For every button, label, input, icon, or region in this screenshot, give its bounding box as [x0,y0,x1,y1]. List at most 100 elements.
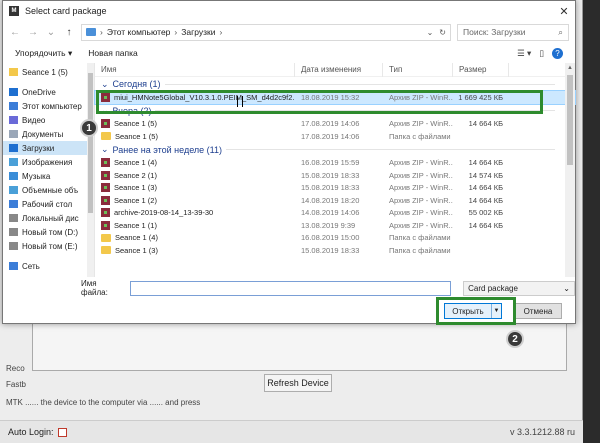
forward-icon[interactable]: → [27,27,39,38]
file-type: Папка с файлами [389,131,451,141]
up-icon[interactable]: ↑ [63,27,75,38]
address-dropdown-icon[interactable]: ⌄ [427,28,434,37]
bg-label-reco: Reco [6,364,25,373]
refresh-device-button[interactable]: Refresh Device [264,374,332,392]
help-icon[interactable]: ? [552,47,563,59]
nav-scrollbar[interactable] [87,63,94,277]
group-header[interactable]: ⌄ Сегодня (1) [95,77,575,91]
group-header[interactable]: ⌄ Ранее на этой неделе (11) [95,143,575,157]
list-scrollbar[interactable]: ▲ [565,63,575,277]
column-type[interactable]: Тип [383,62,453,77]
view-options-icon[interactable]: ☰ ▾ [517,48,531,59]
highlight-selected-file [96,90,543,114]
cancel-button[interactable]: Отмена [514,303,562,319]
navigation-pane: Seance 1 (5) OneDrive Этот компьютер Видео Д… [3,63,95,277]
file-date: 16.08.2019 15:00 [301,233,360,243]
bg-device-box [32,323,567,371]
file-type: Архив ZIP - WinR... [389,208,453,218]
mtk-instructions: MTK ...... the device to the computer vi… [6,398,201,407]
3d-objects-icon [9,186,18,194]
sidebar-item[interactable]: Seance 1 (5) [3,65,94,79]
sidebar-item[interactable]: Загрузки [3,141,94,155]
file-row[interactable]: Seance 1 (3) 15.08.2019 18:33 Папка с файл… [95,244,575,257]
sidebar-item-label: Документы [22,129,64,139]
sidebar-item[interactable]: OneDrive [3,85,94,99]
column-size[interactable]: Размер [453,62,509,77]
column-name[interactable]: Имя [95,62,295,77]
preview-pane-icon[interactable]: ▯ [539,48,544,59]
file-name: Seance 1 (4) [115,233,158,243]
file-row[interactable]: Seance 1 (4) 16.08.2019 15:00 Папка с файл… [95,232,575,245]
sidebar-item-label: OneDrive [22,87,56,97]
file-row[interactable]: Seance 1 (5) 17.08.2019 14:06 Архив ZIP - … [95,118,575,131]
new-folder-button[interactable]: Новая папка [88,48,138,58]
collapse-chevron-icon[interactable]: ⌄ [101,79,109,90]
address-bar[interactable]: › Этот компьютер › Загрузки › ⌄ ↻ [81,23,451,41]
file-name: Seance 1 (3) [114,183,157,193]
breadcrumb-computer[interactable]: Этот компьютер [107,27,171,37]
file-row[interactable]: Seance 1 (1) 13.08.2019 9:39 Архив ZIP - W… [95,219,575,232]
file-row[interactable]: Seance 1 (2) 14.08.2019 18:20 Архив ZIP - … [95,194,575,207]
sidebar-item[interactable]: Локальный дис [3,211,94,225]
refresh-icon[interactable]: ↻ [439,28,446,37]
sidebar-item[interactable]: Новый том (E:) [3,239,94,253]
sidebar-item[interactable]: Сеть [3,259,94,273]
file-name: Seance 1 (3) [115,245,158,255]
version-label: v 3.3.1212.88 ru [509,427,575,437]
sidebar-item-label: Объемные объ [22,185,79,195]
file-date: 14.08.2019 18:20 [301,195,360,205]
close-icon[interactable]: ✕ [553,2,575,20]
sidebar-item-label: Seance 1 (5) [22,67,68,77]
filename-input[interactable] [129,280,452,296]
file-type: Архив ZIP - WinR... [389,195,453,205]
history-dropdown-icon[interactable]: ⌄ [45,27,57,38]
file-name: Seance 1 (2) [114,195,157,205]
file-row[interactable]: Seance 1 (5) 17.08.2019 14:06 Папка с файл… [95,130,575,143]
zip-archive-icon [101,195,110,205]
chevron-down-icon: ⌄ [563,283,570,293]
file-size: 14 664 КБ [468,119,503,129]
bg-label-fastb: Fastb [6,380,27,389]
file-row[interactable]: archive-2019-08-14_13-39-30 14.08.2019 14… [95,207,575,220]
scroll-up-icon[interactable]: ▲ [565,63,575,73]
folder-icon [101,132,111,141]
file-type: Архив ZIP - WinR... [389,220,453,230]
auto-login-checkbox[interactable] [57,427,67,437]
file-size [453,130,509,143]
sidebar-item[interactable]: Музыка [3,169,94,183]
video-icon [9,116,18,124]
file-row[interactable]: Seance 1 (4) 16.08.2019 15:59 Архив ZIP - … [95,157,575,170]
file-name: Seance 1 (4) [114,158,157,168]
file-row[interactable]: Seance 1 (3) 15.08.2019 18:33 Архив ZIP - … [95,182,575,195]
organize-button[interactable]: Упорядочить ▾ [15,48,72,59]
mouse-cursor-icon [237,96,243,107]
file-date: 15.08.2019 18:33 [301,170,360,180]
column-date[interactable]: Дата изменения [295,62,383,77]
computer-icon [9,102,18,110]
search-input[interactable]: Поиск: Загрузки ⌕ [457,23,569,41]
file-date: 15.08.2019 18:33 [301,183,360,193]
breadcrumb-downloads[interactable]: Загрузки [181,27,215,37]
status-bar: Auto Login: v 3.3.1212.88 ru [0,420,583,443]
collapse-chevron-icon[interactable]: ⌄ [101,144,109,155]
file-size: 14 664 КБ [468,195,503,205]
folder-icon [86,28,96,36]
zip-archive-icon [101,183,110,193]
dialog-title: Select card package [25,6,107,16]
dialog-titlebar: M Select card package ✕ [3,1,575,21]
filename-bar: Имя файла: Card package ⌄ [3,279,575,297]
folder-icon [101,233,111,242]
highlight-open-button [436,297,516,325]
sidebar-item-label: Рабочий стол [22,199,73,209]
sidebar-item[interactable]: Изображения [3,155,94,169]
file-row[interactable]: Seance 2 (1) 15.08.2019 18:33 Архив ZIP - … [95,169,575,182]
file-type: Архив ZIP - WinR... [389,183,453,193]
sidebar-item[interactable]: Рабочий стол [3,197,94,211]
sidebar-item-label: Изображения [22,157,73,167]
file-type-select[interactable]: Card package ⌄ [463,280,575,296]
back-icon[interactable]: ← [9,27,21,38]
auto-login-label: Auto Login: [8,427,54,437]
sidebar-item[interactable]: Этот компьютер [3,99,94,113]
sidebar-item[interactable]: Новый том (D:) [3,225,94,239]
sidebar-item[interactable]: Объемные объ [3,183,94,197]
